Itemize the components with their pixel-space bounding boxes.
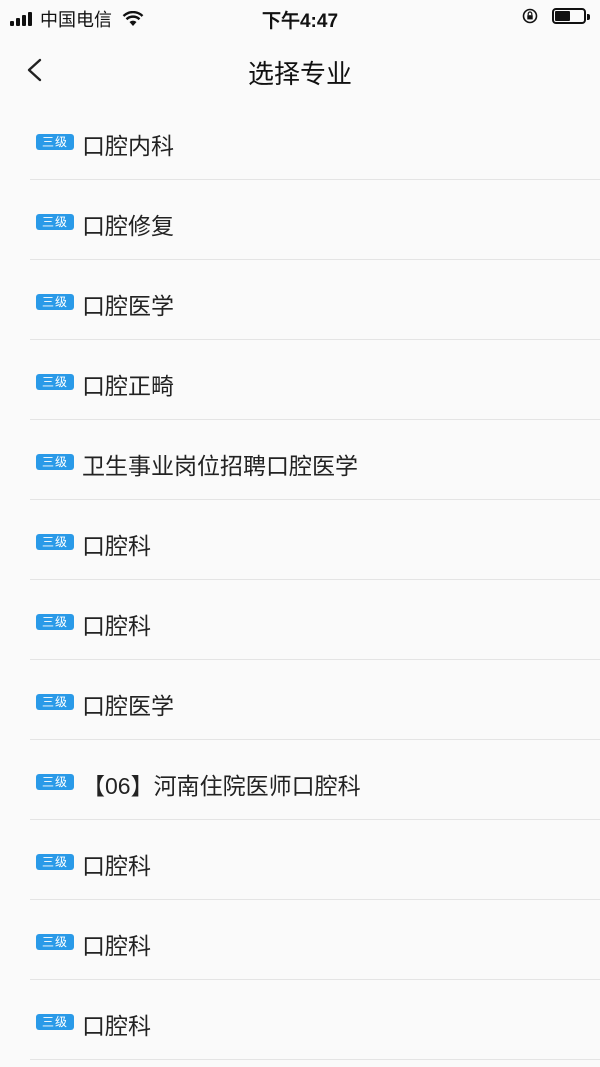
status-bar: 中国电信 下午4:47 [0, 0, 600, 40]
rotation-lock-icon [522, 8, 538, 24]
major-label: 口腔科 [82, 933, 151, 959]
list-item[interactable]: 三级 口腔正畸 [30, 340, 600, 420]
major-label: 口腔内科 [82, 133, 174, 159]
level-badge: 三级 [36, 694, 74, 710]
major-label: 口腔科 [82, 853, 151, 879]
major-label: 口腔科 [82, 1013, 151, 1039]
level-badge: 三级 [36, 934, 74, 950]
major-label: 【06】河南住院医师口腔科 [82, 773, 361, 799]
list-item[interactable]: 三级 卫生事业岗位招聘口腔医学 [30, 420, 600, 500]
battery-icon [552, 8, 590, 24]
major-label: 口腔修复 [82, 213, 174, 239]
list-item[interactable]: 三级 【06】河南住院医师口腔科 [30, 740, 600, 820]
major-label: 口腔医学 [82, 293, 174, 319]
level-badge: 三级 [36, 614, 74, 630]
list-item[interactable]: 三级 口腔科 [30, 820, 600, 900]
level-badge: 三级 [36, 774, 74, 790]
list-item[interactable]: 三级 口腔医学 [30, 660, 600, 740]
level-badge: 三级 [36, 454, 74, 470]
list-item[interactable]: 三级 口腔科 [30, 580, 600, 660]
level-badge: 三级 [36, 214, 74, 230]
status-right [522, 8, 590, 24]
nav-bar: 选择专业 [0, 40, 600, 100]
level-badge: 三级 [36, 854, 74, 870]
major-label: 卫生事业岗位招聘口腔医学 [82, 453, 358, 479]
list-item[interactable]: 三级 口腔修复 [30, 180, 600, 260]
level-badge: 三级 [36, 374, 74, 390]
list-item[interactable]: 三级 口腔科 [30, 980, 600, 1060]
status-time: 下午4:47 [261, 11, 339, 32]
battery-fill [555, 11, 571, 21]
major-label: 口腔科 [82, 613, 151, 639]
page-title: 选择专业 [247, 59, 352, 89]
list-item[interactable]: 三级 口腔医学 [30, 260, 600, 340]
level-badge: 三级 [36, 534, 74, 550]
level-badge: 三级 [36, 1014, 74, 1030]
level-badge: 三级 [36, 134, 74, 150]
major-label: 口腔医学 [82, 693, 174, 719]
major-list: 三级 口腔内科 三级 口腔修复 三级 口腔医学 三级 口腔正畸 三级 卫生事业岗位招聘口腔医学 三级… [0, 100, 600, 1060]
major-label: 口腔正畸 [82, 373, 174, 399]
list-item[interactable]: 三级 口腔科 [30, 500, 600, 580]
list-item[interactable]: 三级 口腔科 [30, 900, 600, 980]
major-label: 口腔科 [82, 533, 151, 559]
level-badge: 三级 [36, 294, 74, 310]
list-item[interactable]: 三级 口腔内科 [30, 100, 600, 180]
